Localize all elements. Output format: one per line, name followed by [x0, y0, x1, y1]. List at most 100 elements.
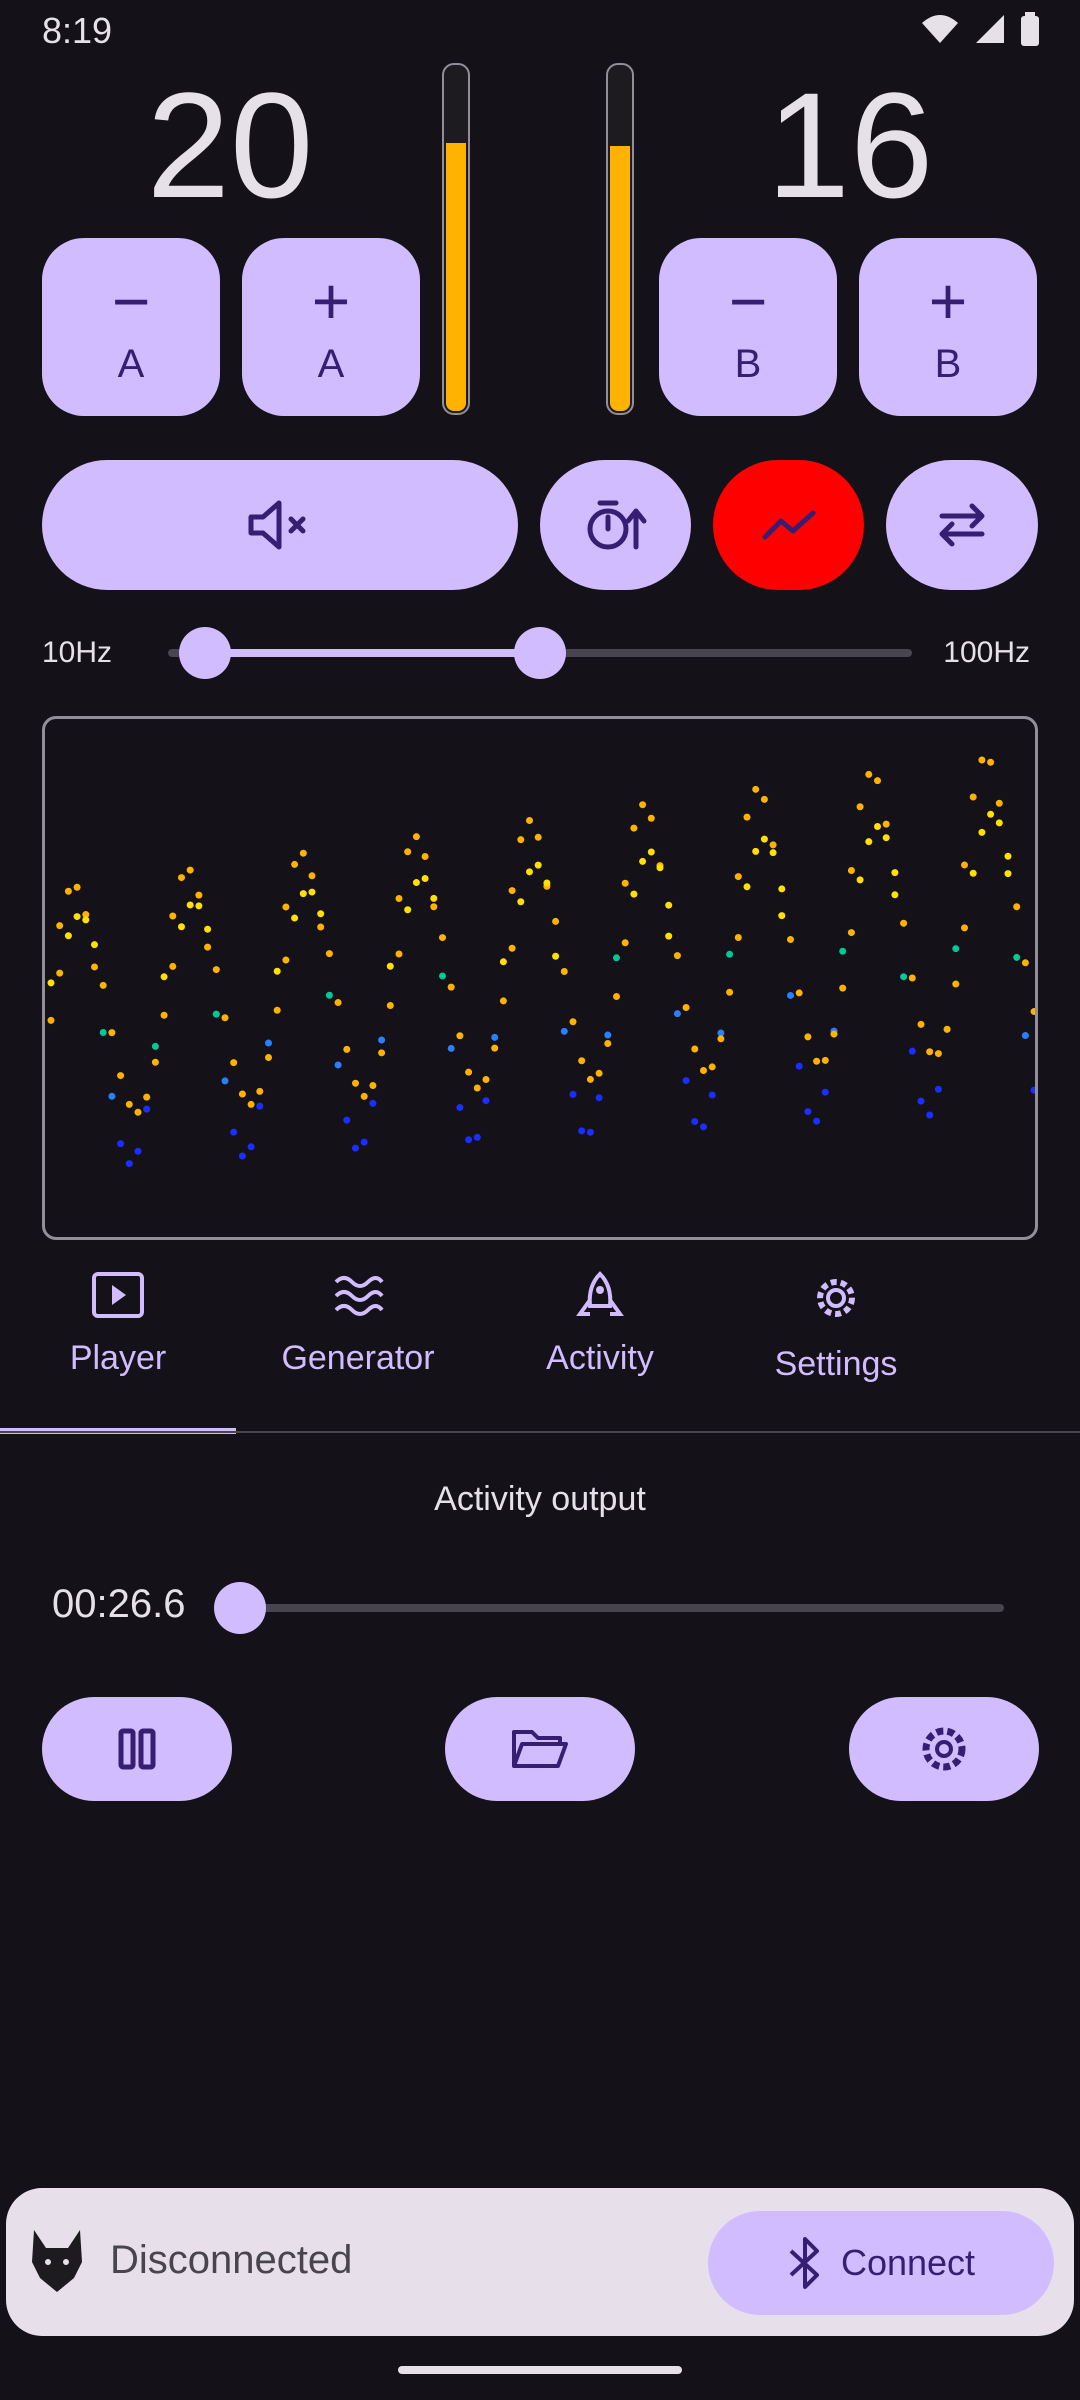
waveform-point: [395, 894, 403, 902]
waveform-point: [630, 824, 638, 832]
frequency-min-label: 10Hz: [42, 636, 113, 669]
waveform-point: [230, 1059, 238, 1067]
channel-a-decrease-button[interactable]: − A: [42, 238, 220, 416]
waveform-point: [221, 1077, 229, 1085]
battery-icon: [1021, 12, 1039, 46]
tab-settings[interactable]: Settings: [718, 1270, 954, 1384]
channel-b-decrease-label: B: [734, 341, 762, 386]
waveform-point: [430, 903, 438, 911]
output-visualizer: [42, 716, 1038, 1240]
waveform-point: [56, 969, 64, 977]
waveform-point: [230, 1128, 238, 1136]
waveform-point: [317, 923, 325, 931]
waveform-point: [412, 879, 420, 887]
waveform-point: [447, 983, 455, 991]
minus-icon: −: [728, 263, 768, 338]
waveform-point: [360, 1092, 368, 1100]
waveform-point: [795, 989, 803, 997]
waveform-point: [482, 1097, 490, 1105]
tab-player[interactable]: Player: [0, 1270, 236, 1378]
signal-icon: [976, 15, 1004, 43]
player-settings-button[interactable]: [849, 1697, 1039, 1801]
playback-seek-bar[interactable]: [214, 1582, 1004, 1634]
waveform-point: [943, 1025, 951, 1033]
waveform-point: [586, 1128, 594, 1136]
waveform-point: [421, 852, 429, 860]
waveform-point: [360, 1138, 368, 1146]
waveform-point: [847, 866, 855, 874]
waveform-point: [412, 833, 420, 841]
waveform-point: [1030, 1086, 1035, 1094]
waveform-point: [908, 974, 916, 982]
timer-button[interactable]: [540, 460, 691, 590]
waveform-point: [421, 874, 429, 882]
waveform-point: [926, 1048, 934, 1056]
rocket-icon: [576, 1271, 624, 1316]
waveform-point: [369, 1081, 377, 1089]
channel-b-level-fill: [610, 146, 630, 411]
waveform-point: [969, 869, 977, 877]
waveform-point: [534, 861, 542, 869]
waveform-point: [595, 1094, 603, 1102]
waveform-point: [552, 952, 560, 960]
waveform-point: [186, 901, 194, 909]
waveform-point: [160, 1011, 168, 1019]
frequency-range-track[interactable]: [168, 627, 912, 679]
waveform-point: [752, 785, 760, 793]
mute-button[interactable]: [42, 460, 518, 590]
waveform-point: [169, 912, 177, 920]
tab-divider: [0, 1431, 1080, 1433]
waveform-point: [291, 860, 299, 868]
waveform-point: [482, 1075, 490, 1083]
waveform-point: [882, 820, 890, 828]
plus-icon: +: [928, 263, 968, 338]
waveform-point: [917, 1097, 925, 1105]
waveform-point: [900, 973, 908, 981]
waveform-point: [308, 872, 316, 880]
playback-seek-thumb[interactable]: [214, 1582, 266, 1634]
waveform-point: [630, 890, 638, 898]
waveform-point: [247, 1143, 255, 1151]
waveform-point: [99, 1029, 107, 1037]
waveform-point: [117, 1140, 125, 1148]
waveform-point: [64, 932, 72, 940]
waveform-point: [734, 934, 742, 942]
waveform-point: [291, 914, 299, 922]
waveform-point: [73, 913, 81, 921]
channel-a-increase-label: A: [317, 341, 345, 386]
waveform-point: [543, 879, 551, 887]
channel-a-increase-button[interactable]: + A: [242, 238, 420, 416]
channel-b-increase-button[interactable]: + B: [859, 238, 1037, 416]
frequency-min-thumb[interactable]: [179, 627, 232, 679]
waveform-point: [299, 890, 307, 898]
swap-button[interactable]: [886, 460, 1038, 590]
waveform-point: [325, 950, 333, 958]
waveform-point: [334, 999, 342, 1007]
waveform-point: [508, 944, 516, 952]
waveform-point: [247, 1100, 255, 1108]
waveform-point: [1021, 1032, 1029, 1040]
pause-button[interactable]: [42, 1697, 232, 1801]
waveform-point: [961, 861, 968, 869]
waveform-point: [499, 958, 507, 966]
minus-icon: −: [111, 263, 151, 338]
waveform-point: [682, 1077, 690, 1085]
frequency-max-thumb[interactable]: [514, 627, 566, 679]
tab-generator[interactable]: Generator: [240, 1270, 476, 1378]
waveform-point: [639, 857, 647, 865]
graph-toggle-button[interactable]: [713, 460, 864, 590]
waveform-point: [195, 891, 203, 899]
waveform-point: [325, 991, 333, 999]
waveform-point: [456, 1032, 464, 1040]
waveform-point: [178, 923, 185, 931]
channel-a-level-meter: [442, 63, 470, 415]
waveform-point: [743, 883, 751, 891]
waveform-point: [995, 799, 1003, 807]
open-file-button[interactable]: [445, 1697, 635, 1801]
tab-activity[interactable]: Activity: [482, 1270, 718, 1378]
waveform-point: [386, 962, 394, 970]
waveform-point: [1013, 953, 1021, 961]
waveform-point: [282, 956, 290, 964]
channel-b-decrease-button[interactable]: − B: [659, 238, 837, 416]
connect-button[interactable]: Connect: [708, 2211, 1054, 2315]
